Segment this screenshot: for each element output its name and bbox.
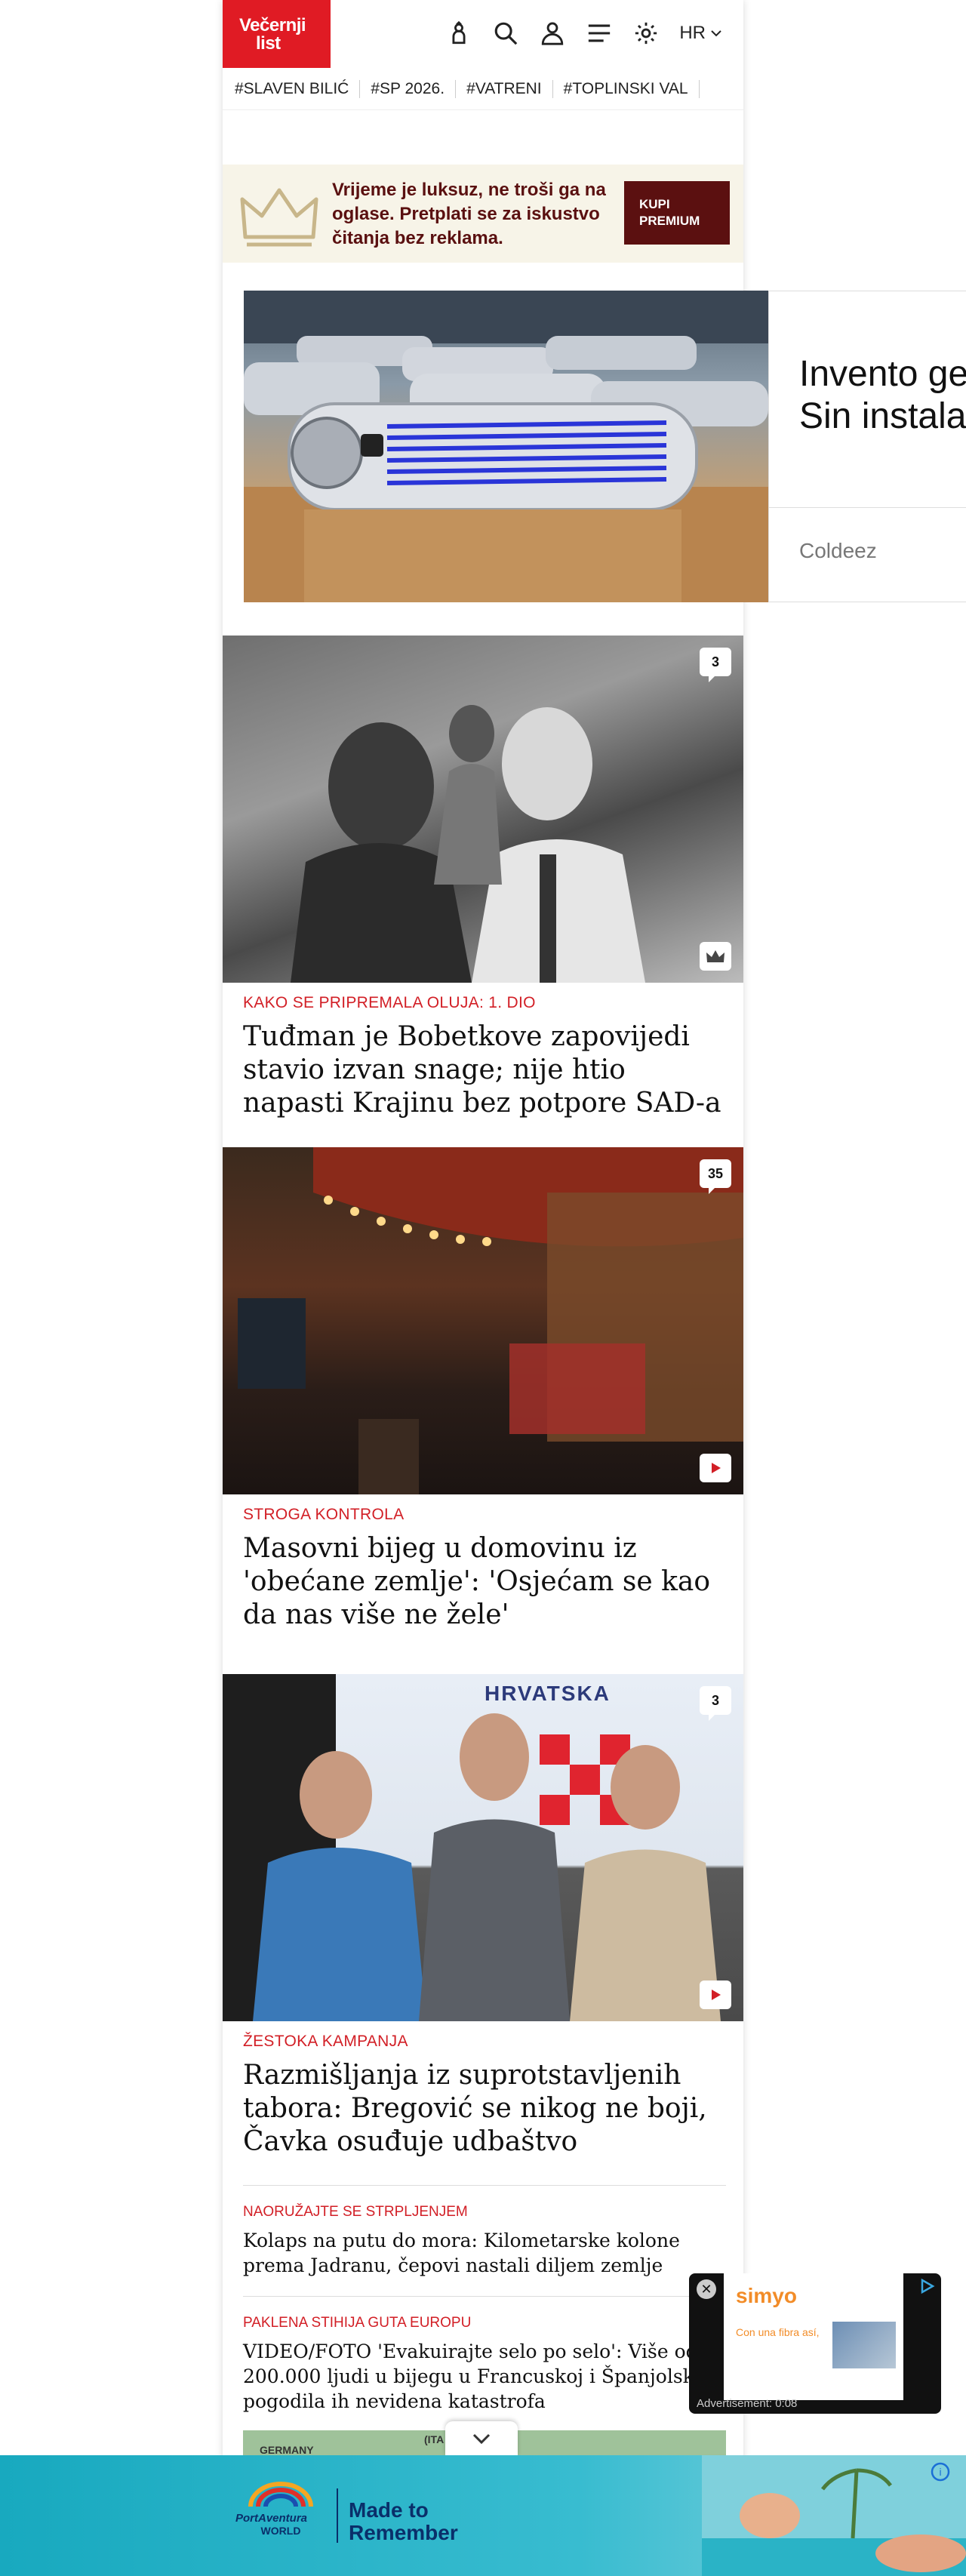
photo-illustration: [238, 1147, 743, 1494]
comment-count-badge[interactable]: 3: [700, 1686, 731, 1721]
article-headline[interactable]: Masovni bijeg u domovinu iz 'obećane zem…: [243, 1532, 726, 1632]
premium-banner: Vrijeme je luksuz, ne troši ga na oglase…: [223, 165, 743, 263]
map-label: (ITA: [424, 2433, 445, 2445]
language-selector[interactable]: HR: [679, 23, 722, 44]
photo-sign-text: HRVATSKA: [485, 1682, 611, 1705]
article-card[interactable]: HRVATSKA 3 ŽESTOKA KAMPANJA Razmišljanja…: [223, 1674, 743, 2187]
ad-info-icon[interactable]: i: [930, 2461, 951, 2482]
ad-beach-illustration: [702, 2455, 966, 2576]
list-item-kicker: PAKLENA STIHIJA GUTA EUROPU: [243, 2315, 472, 2331]
comment-count-badge[interactable]: 3: [700, 648, 731, 682]
article-kicker: KAKO SE PRIPREMALA OLUJA: 1. DIO: [243, 994, 536, 1011]
float-ad-brand: simyo: [736, 2284, 797, 2307]
site-header: Večernji list HR: [223, 0, 743, 68]
user-icon[interactable]: [539, 18, 566, 48]
ad-brand[interactable]: Coldeez: [799, 539, 877, 563]
article-kicker: ŽESTOKA KAMPANJA: [243, 2033, 408, 2050]
comment-count-badge[interactable]: 35: [700, 1159, 731, 1194]
play-icon[interactable]: [700, 1454, 731, 1482]
tag-link[interactable]: #VATRENI: [466, 79, 553, 98]
article-photo[interactable]: 35: [223, 1147, 743, 1494]
adchoices-icon[interactable]: [918, 2278, 935, 2294]
language-label: HR: [679, 23, 706, 43]
article-photo[interactable]: HRVATSKA 3: [223, 1674, 743, 2021]
header-actions: HR: [445, 18, 722, 48]
ad-title-line: Invento ge: [799, 354, 966, 394]
float-ad-content[interactable]: simyo Con una fibra así,: [724, 2273, 903, 2400]
float-ad-picture: [832, 2322, 896, 2368]
search-icon[interactable]: [492, 18, 519, 48]
ad-slogan: Made to Remember: [349, 2499, 458, 2544]
article-card[interactable]: 35 STROGA KONTROLA Masovni bijeg u domov…: [223, 1147, 743, 1660]
logo-line1: Večernji: [239, 15, 306, 35]
article-kicker: STROGA KONTROLA: [243, 1506, 405, 1523]
ad-image[interactable]: [244, 291, 768, 602]
brand-subname: WORLD: [260, 2525, 301, 2537]
article-photo[interactable]: 3: [223, 636, 743, 983]
map-label: GERMANY: [260, 2444, 314, 2456]
crown-icon: [240, 188, 318, 247]
ad-title[interactable]: Invento ge Sin instala: [799, 353, 966, 438]
tag-link[interactable]: #SP 2026.: [371, 79, 457, 98]
article-headline[interactable]: Razmišljanja iz suprotstavljenih tabora:…: [243, 2059, 726, 2159]
floating-video-ad[interactable]: simyo Con una fibra así, ✕ Advertisement…: [689, 2273, 941, 2414]
photo-illustration: [291, 705, 645, 983]
logo-line2: list: [256, 33, 281, 54]
article-headline[interactable]: Tuđman je Bobetkove zapovijedi stavio iz…: [243, 1020, 726, 1120]
svg-text:i: i: [939, 2466, 941, 2478]
ad-card[interactable]: Invento ge Sin instala Coldeez: [768, 291, 966, 602]
divider: [337, 2488, 338, 2543]
chevron-down-icon: [472, 2433, 491, 2445]
rainbow-icon: [248, 2482, 313, 2507]
play-icon[interactable]: [700, 1980, 731, 2009]
list-item[interactable]: NAORUŽAJTE SE STRPLJENJEM Kolaps na putu…: [243, 2185, 726, 2298]
menu-icon[interactable]: [586, 18, 613, 48]
slogan-line: Remember: [349, 2521, 458, 2544]
site-logo[interactable]: Večernji list: [223, 0, 331, 68]
list-item[interactable]: PAKLENA STIHIJA GUTA EUROPU VIDEO/FOTO '…: [243, 2296, 726, 2439]
list-item-kicker: NAORUŽAJTE SE STRPLJENJEM: [243, 2204, 468, 2220]
tag-link[interactable]: #SLAVEN BILIĆ: [235, 79, 361, 98]
premium-promo-text: Vrijeme je luksuz, ne troši ga na oglase…: [332, 180, 606, 248]
divider: [769, 507, 966, 508]
settings-gear-icon[interactable]: [632, 18, 660, 48]
ad-title-line: Sin instala: [799, 396, 966, 436]
close-icon[interactable]: ✕: [697, 2279, 716, 2299]
list-item-title[interactable]: VIDEO/FOTO 'Evakuirajte selo po selo': V…: [243, 2339, 726, 2414]
expand-ad-toggle[interactable]: [445, 2421, 518, 2456]
premium-crown-icon: [700, 942, 731, 971]
photo-illustration: [223, 1674, 721, 2021]
float-ad-subtext: Con una fibra así,: [736, 2326, 820, 2338]
chevron-down-icon: [711, 30, 721, 37]
brand-name: PortAventura: [235, 2512, 308, 2525]
premium-user-icon[interactable]: [445, 18, 472, 48]
bottom-sticky-ad[interactable]: PortAventura WORLD Made to Remember i: [0, 2455, 966, 2576]
ad-product-illustration: [244, 291, 768, 602]
list-item-title[interactable]: Kolaps na putu do mora: Kilometarske kol…: [243, 2228, 726, 2278]
ad-timer-label: Advertisement: 0:08: [697, 2397, 798, 2410]
trending-tags: #SLAVEN BILIĆ #SP 2026. #VATRENI #TOPLIN…: [223, 68, 743, 110]
portaventura-logo[interactable]: PortAventura WORLD: [235, 2478, 326, 2553]
slogan-line: Made to: [349, 2498, 429, 2522]
article-card[interactable]: 3 KAKO SE PRIPREMALA OLUJA: 1. DIO Tuđma…: [223, 636, 743, 1149]
tag-link[interactable]: #TOPLINSKI VAL: [564, 79, 700, 98]
buy-premium-button[interactable]: KUPI PREMIUM: [624, 181, 730, 245]
